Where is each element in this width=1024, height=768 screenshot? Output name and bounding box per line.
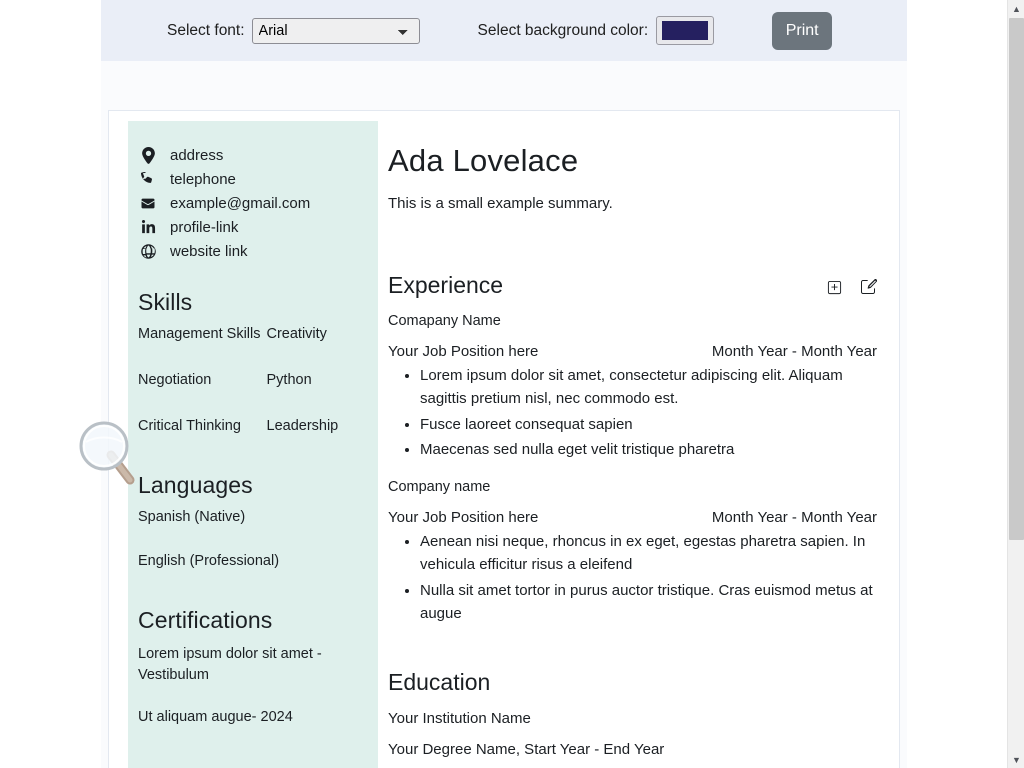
experience-section-header: Experience bbox=[388, 272, 877, 299]
experience-actions bbox=[827, 279, 877, 299]
background-color-label: Select background color: bbox=[478, 22, 649, 40]
vertical-scrollbar[interactable]: ▲ ▼ bbox=[1007, 0, 1024, 768]
skill-item: Critical Thinking bbox=[138, 418, 261, 434]
pencil-square-icon[interactable] bbox=[861, 279, 877, 295]
bullet-item: Fusce laoreet consequat sapien bbox=[420, 413, 877, 436]
certifications-heading: Certifications bbox=[138, 607, 364, 634]
role-row: Your Job Position here Month Year - Mont… bbox=[388, 509, 877, 526]
job-position: Your Job Position here bbox=[388, 343, 538, 360]
envelope-icon bbox=[138, 197, 158, 210]
certifications-list: Lorem ipsum dolor sit amet - Vestibulum … bbox=[138, 644, 364, 728]
contact-text: address bbox=[170, 148, 223, 163]
skills-heading: Skills bbox=[138, 289, 364, 316]
certification-item: Lorem ipsum dolor sit amet - Vestibulum bbox=[138, 644, 353, 686]
scrollbar-thumb[interactable] bbox=[1009, 18, 1024, 540]
institution-name: Your Institution Name bbox=[388, 710, 877, 727]
contact-text: telephone bbox=[170, 172, 236, 187]
contact-item-linkedin[interactable]: profile-link bbox=[138, 215, 364, 239]
skill-item: Leadership bbox=[267, 418, 365, 434]
background-color-picker[interactable] bbox=[656, 16, 714, 45]
scroll-down-icon[interactable]: ▼ bbox=[1008, 751, 1024, 768]
experience-bullets: Aenean nisi neque, rhoncus in ex eget, e… bbox=[388, 530, 877, 625]
linkedin-icon bbox=[138, 220, 158, 235]
job-dates: Month Year - Month Year bbox=[712, 509, 877, 526]
candidate-summary: This is a small example summary. bbox=[388, 195, 877, 212]
skills-grid: Management Skills Creativity Negotiation… bbox=[138, 326, 364, 434]
print-button[interactable]: Print bbox=[772, 12, 832, 50]
skill-item: Creativity bbox=[267, 326, 365, 342]
certification-item: Ut aliquam augue- 2024 bbox=[138, 707, 353, 728]
experience-entry: Comapany Name Your Job Position here Mon… bbox=[388, 313, 877, 461]
degree-name: Your Degree Name, Start Year - End Year bbox=[388, 741, 877, 758]
color-swatch bbox=[662, 21, 708, 40]
company-name: Company name bbox=[388, 479, 877, 495]
bullet-item: Aenean nisi neque, rhoncus in ex eget, e… bbox=[420, 530, 877, 577]
scroll-up-icon[interactable]: ▲ bbox=[1008, 0, 1024, 17]
plus-square-icon[interactable] bbox=[827, 280, 842, 295]
contact-list: address telephone example@gmail.com bbox=[138, 143, 364, 263]
resume-sidebar: address telephone example@gmail.com bbox=[128, 121, 378, 768]
contact-text: profile-link bbox=[170, 220, 238, 235]
background-color-control-group: Select background color: bbox=[478, 16, 715, 45]
language-item: Spanish (Native) bbox=[138, 509, 364, 525]
contact-item-address[interactable]: address bbox=[138, 143, 364, 167]
job-dates: Month Year - Month Year bbox=[712, 343, 877, 360]
location-pin-icon bbox=[138, 147, 158, 164]
bullet-item: Nulla sit amet tortor in purus auctor tr… bbox=[420, 579, 877, 626]
contact-item-telephone[interactable]: telephone bbox=[138, 167, 364, 191]
experience-entry: Company name Your Job Position here Mont… bbox=[388, 479, 877, 625]
contact-item-email[interactable]: example@gmail.com bbox=[138, 191, 364, 215]
skill-item: Negotiation bbox=[138, 372, 261, 388]
contact-text: example@gmail.com bbox=[170, 196, 310, 211]
contact-text: website link bbox=[170, 244, 248, 259]
bullet-item: Lorem ipsum dolor sit amet, consectetur … bbox=[420, 364, 877, 411]
job-position: Your Job Position here bbox=[388, 509, 538, 526]
resume-main: Ada Lovelace This is a small example sum… bbox=[378, 111, 899, 768]
role-row: Your Job Position here Month Year - Mont… bbox=[388, 343, 877, 360]
languages-list: Spanish (Native) English (Professional) bbox=[138, 509, 364, 569]
experience-bullets: Lorem ipsum dolor sit amet, consectetur … bbox=[388, 364, 877, 461]
font-select[interactable]: Arial bbox=[252, 18, 420, 44]
browser-viewport: Select font: Arial Select background col… bbox=[0, 0, 1024, 768]
skill-item: Management Skills bbox=[138, 326, 261, 342]
font-control-group: Select font: Arial bbox=[167, 18, 420, 44]
contact-item-website[interactable]: website link bbox=[138, 239, 364, 263]
bullet-item: Maecenas sed nulla eget velit tristique … bbox=[420, 438, 877, 461]
experience-heading: Experience bbox=[388, 272, 503, 299]
education-section-header: Education bbox=[388, 669, 877, 696]
education-heading: Education bbox=[388, 669, 490, 696]
candidate-name: Ada Lovelace bbox=[388, 143, 877, 179]
globe-icon bbox=[138, 244, 158, 259]
resume-card: address telephone example@gmail.com bbox=[108, 110, 900, 768]
skill-item: Python bbox=[267, 372, 365, 388]
resume-toolbar: Select font: Arial Select background col… bbox=[101, 0, 907, 61]
languages-heading: Languages bbox=[138, 472, 364, 499]
language-item: English (Professional) bbox=[138, 553, 364, 569]
company-name: Comapany Name bbox=[388, 313, 877, 329]
phone-icon bbox=[138, 172, 158, 187]
font-label: Select font: bbox=[167, 22, 245, 40]
